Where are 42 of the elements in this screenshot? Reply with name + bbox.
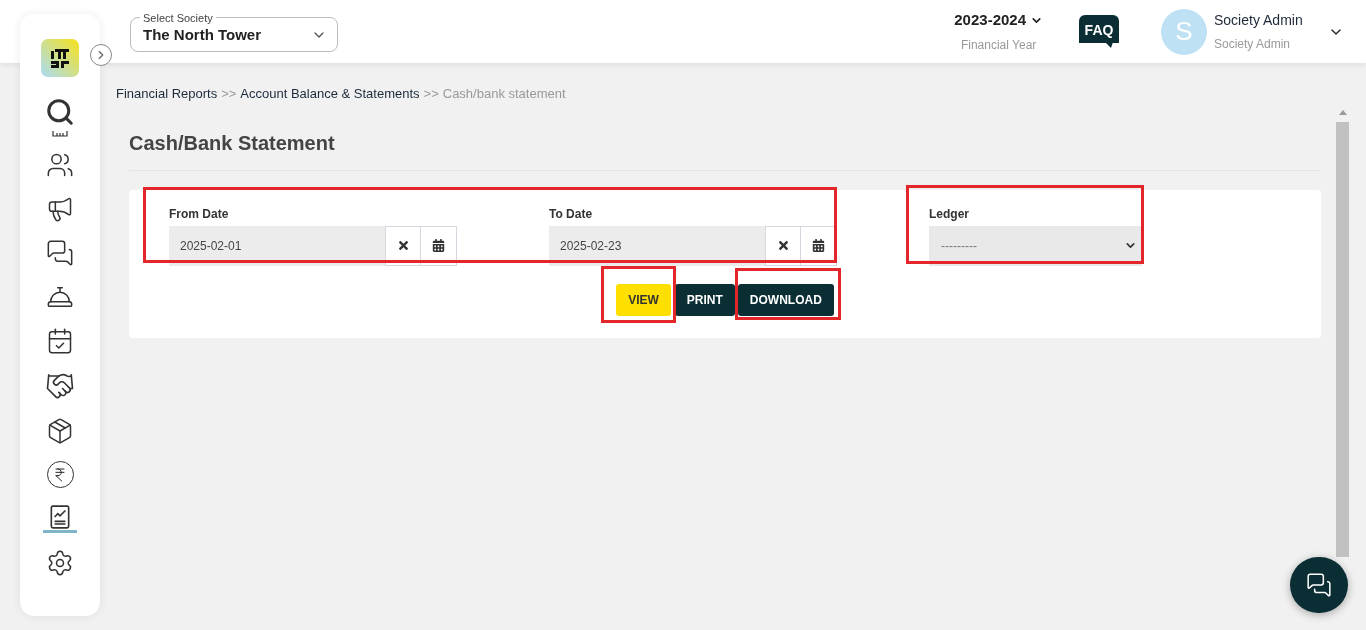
scrollbar[interactable] bbox=[1336, 110, 1349, 558]
calendar-icon bbox=[46, 327, 74, 355]
people-icon bbox=[46, 151, 74, 179]
sidebar-item[interactable] bbox=[43, 504, 77, 533]
calendar-button[interactable] bbox=[801, 225, 837, 266]
search-button[interactable] bbox=[45, 97, 75, 127]
speech-tail-icon bbox=[1105, 41, 1113, 48]
breadcrumb-separator: >> bbox=[423, 85, 439, 103]
chat-bubbles-icon bbox=[46, 239, 74, 267]
calendar-icon bbox=[432, 239, 445, 252]
action-button[interactable]: PRINT bbox=[674, 283, 735, 316]
date-input[interactable]: 2025-02-23 bbox=[549, 225, 765, 266]
clear-button[interactable] bbox=[385, 225, 421, 266]
megaphone-icon bbox=[46, 195, 74, 223]
chat-bubbles-icon bbox=[1306, 572, 1332, 598]
chat-button[interactable] bbox=[1290, 557, 1348, 613]
field-label: Ledger bbox=[929, 205, 970, 220]
select-value: The North Tower bbox=[143, 25, 262, 46]
user-name: Society Admin bbox=[1214, 11, 1304, 30]
date-input[interactable]: 2025-02-01 bbox=[169, 225, 385, 266]
toolbar-icon bbox=[52, 131, 68, 137]
box-icon bbox=[46, 417, 74, 445]
action-button[interactable]: VIEW bbox=[616, 283, 671, 316]
faq-button[interactable]: FAQ bbox=[1079, 14, 1119, 49]
handshake-icon bbox=[45, 371, 75, 401]
clear-button[interactable] bbox=[765, 225, 801, 266]
app-logo[interactable] bbox=[41, 39, 79, 77]
calendar-icon bbox=[812, 239, 825, 252]
field-label: To Date bbox=[549, 205, 594, 220]
field-label: From Date bbox=[169, 205, 230, 220]
user-role: Society Admin bbox=[1214, 36, 1292, 53]
breadcrumb-separator: >> bbox=[221, 85, 237, 103]
close-icon bbox=[776, 239, 790, 252]
year-caption: Financial Year bbox=[960, 37, 1037, 55]
page-title: Cash/Bank Statement bbox=[129, 130, 336, 154]
close-icon bbox=[396, 239, 410, 252]
action-button[interactable]: DOWNLOAD bbox=[737, 283, 834, 316]
year-select[interactable]: 2023-2024 bbox=[954, 8, 1043, 32]
breadcrumb-link[interactable]: Financial Reports bbox=[116, 84, 218, 104]
settings-icon bbox=[46, 549, 74, 577]
calendar-button[interactable] bbox=[421, 225, 457, 266]
breadcrumb-link[interactable]: Account Balance & Statements bbox=[240, 84, 420, 104]
